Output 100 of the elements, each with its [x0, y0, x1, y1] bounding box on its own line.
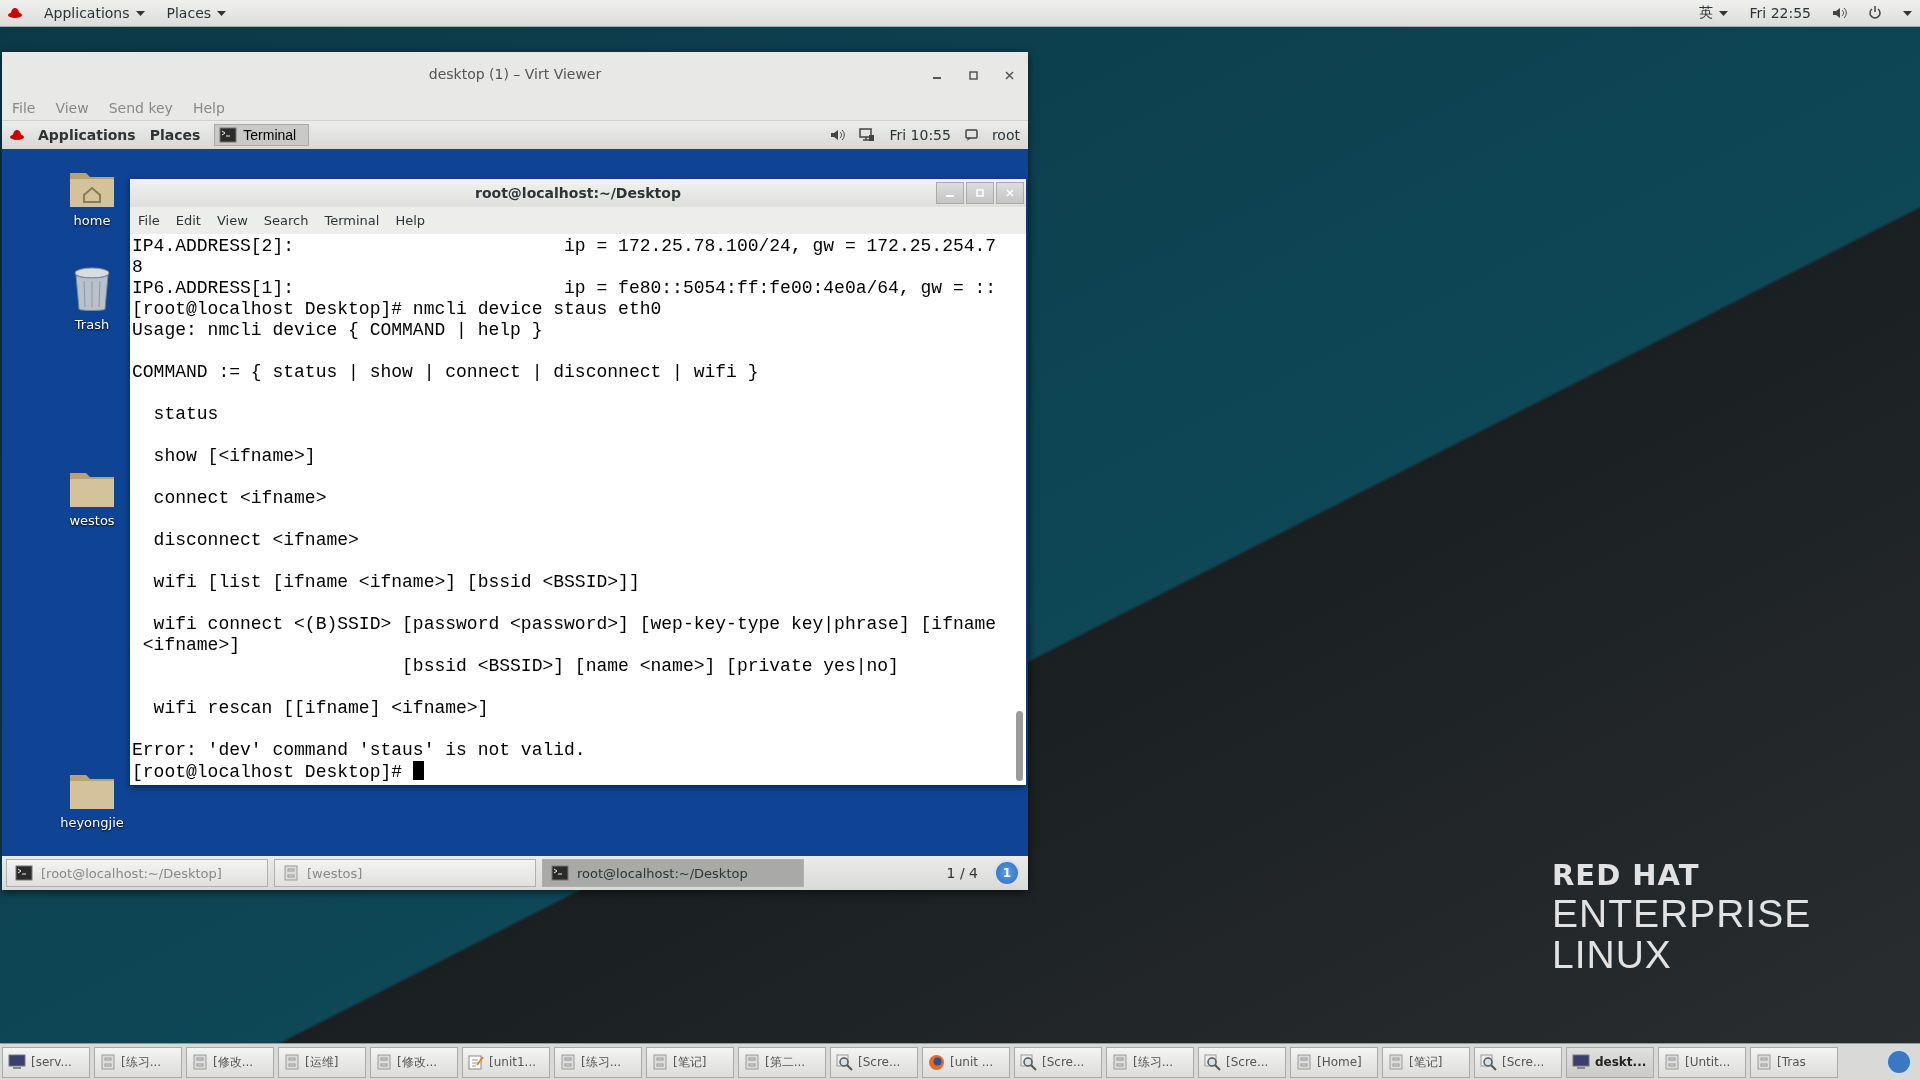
power-icon[interactable] [1869, 6, 1881, 20]
menu-item[interactable]: Help [395, 213, 426, 228]
menu-item[interactable]: Edit [175, 213, 201, 228]
icon-label[interactable]: heyongjie [60, 815, 124, 830]
terminal-line: status [152, 404, 220, 425]
taskbar-item[interactable]: [笔记] [1382, 1046, 1470, 1078]
logo-text: RED HAT [1552, 861, 1701, 890]
hat-icon [10, 129, 24, 141]
trash-icon [72, 267, 112, 313]
notification-icon[interactable] [1886, 1049, 1912, 1075]
magnifier-icon [1204, 1053, 1221, 1071]
icon-label[interactable]: westos [69, 513, 115, 528]
taskbar-item[interactable]: [Tras [1750, 1046, 1838, 1078]
cabinet-icon [284, 1054, 300, 1070]
caret-icon [217, 10, 227, 16]
taskbar-item[interactable]: [修改... [370, 1046, 458, 1078]
cabinet-icon [1664, 1054, 1680, 1070]
taskbar-item[interactable]: [unit ... [922, 1046, 1010, 1078]
taskbar-item[interactable]: [unit1... [462, 1046, 550, 1078]
taskbar-item[interactable]: [练习... [1106, 1046, 1194, 1078]
input-method-menu[interactable]: 英 [1698, 4, 1728, 22]
taskbar-item[interactable]: deskt... [1566, 1046, 1654, 1078]
volume-icon[interactable] [831, 129, 846, 141]
caret-icon [1903, 10, 1912, 16]
cabinet-icon [744, 1054, 760, 1070]
terminal-line: Error: 'dev' command 'staus' is not valid. [132, 740, 587, 761]
cabinet-icon [1756, 1054, 1772, 1070]
terminal-line: COMMAND := { status | show | connect | disconnect | wifi } [132, 362, 760, 383]
panel-menu[interactable]: Places [149, 127, 201, 143]
maximize-icon [976, 189, 984, 197]
notepad-icon [468, 1054, 484, 1070]
logo-text: LINUX [1552, 935, 1673, 974]
logo-text: ENTERPRISE [1552, 894, 1812, 933]
menu-item[interactable]: View [216, 213, 248, 228]
cabinet-icon [652, 1054, 668, 1070]
top-menu[interactable]: Applications [44, 5, 145, 21]
menu-item[interactable]: Search [263, 213, 309, 228]
terminal-icon [551, 865, 569, 881]
window-title: desktop (1) – Virt Viewer [428, 66, 602, 82]
user-name[interactable]: root [991, 127, 1020, 143]
close-icon [1006, 189, 1014, 197]
terminal-line: wifi [list [ifname <ifname>] [bssid <BSSID>]] [152, 572, 641, 593]
taskbar-item[interactable]: [Home] [1290, 1046, 1378, 1078]
hat-icon [8, 7, 22, 19]
monitor-icon [1572, 1054, 1590, 1070]
taskbar-item[interactable]: [笔记] [646, 1046, 734, 1078]
network-icon[interactable] [859, 128, 876, 142]
cabinet-icon [1112, 1054, 1128, 1070]
clock[interactable]: Fri 10:55 [889, 127, 951, 143]
terminal-line: [root@localhost Desktop]# nmcli device staus eth0 [132, 299, 663, 320]
menu-item[interactable]: Terminal [324, 213, 380, 228]
taskbar-item[interactable]: [Scre... [830, 1046, 918, 1078]
magnifier-icon [836, 1053, 853, 1071]
icon-label[interactable]: home [73, 213, 111, 228]
taskbar-item[interactable]: [Scre... [1014, 1046, 1102, 1078]
cabinet-icon [100, 1054, 116, 1070]
cabinet-icon [560, 1054, 576, 1070]
magnifier-icon [1480, 1053, 1497, 1071]
terminal-line: wifi connect <(B)SSID> [password <password>] [wep-key-type key|phrase] [ifname [152, 614, 998, 635]
terminal-line: IP4.ADDRESS[2]: ip = 172.25.78.100/24, gw = 172.25.254.7 [132, 236, 998, 257]
cabinet-icon [1388, 1054, 1404, 1070]
menu-item[interactable]: File [138, 213, 160, 228]
terminal-line: [bssid <BSSID>] [name <name>] [private yes|no] [401, 656, 900, 677]
terminal-icon [219, 127, 238, 143]
terminal-line: wifi rescan [[ifname] <ifname>] [152, 698, 490, 719]
caret-icon [1718, 10, 1728, 16]
cabinet-icon [376, 1054, 392, 1070]
clock[interactable]: Fri 22:55 [1749, 5, 1811, 21]
top-menu[interactable]: Places [166, 5, 227, 21]
taskbar-item[interactable]: [修改... [186, 1046, 274, 1078]
taskbar-item[interactable]: [第二... [738, 1046, 826, 1078]
close-icon[interactable] [1004, 70, 1014, 80]
taskbar-item[interactable]: [Scre... [1198, 1046, 1286, 1078]
terminal-line: IP6.ADDRESS[1]: ip = fe80::5054:ff:fe00:4e0a/64, gw = :: [132, 278, 998, 299]
taskbar-item[interactable]: [serv... [2, 1046, 90, 1078]
task-button[interactable]: Terminal [214, 124, 310, 146]
text-cursor [412, 761, 424, 780]
terminal-line: connect <ifname> [152, 488, 328, 509]
terminal-line: <ifname>] [141, 635, 242, 656]
taskbar-item[interactable]: [运维] [278, 1046, 366, 1078]
scrollbar-thumb[interactable] [1016, 711, 1023, 781]
volume-icon[interactable] [1833, 7, 1847, 19]
window-title: root@localhost:~/Desktop [475, 185, 681, 201]
taskbar-item[interactable]: root@localhost:~/Desktop [542, 859, 804, 887]
globe-icon [928, 1053, 945, 1071]
terminal-line: [root@localhost Desktop]# [132, 762, 404, 782]
panel-menu[interactable]: Applications [38, 127, 136, 143]
taskbar-item[interactable]: [练习... [554, 1046, 642, 1078]
taskbar-item[interactable]: [Untit... [1658, 1046, 1746, 1078]
icon-label[interactable]: Trash [74, 317, 110, 332]
terminal-line: Usage: nmcli device { COMMAND | help } [132, 320, 544, 341]
terminal-icon [15, 865, 33, 881]
workspace-indicator[interactable]: 1 / 4 [936, 865, 988, 881]
terminal-line: show [<ifname>] [152, 446, 317, 467]
caret-icon [135, 10, 145, 16]
maximize-icon[interactable] [968, 70, 978, 80]
taskbar-item[interactable]: [Scre... [1474, 1046, 1562, 1078]
terminal-line: disconnect <ifname> [152, 530, 360, 551]
magnifier-icon [1020, 1053, 1037, 1071]
taskbar-item[interactable]: [练习... [94, 1046, 182, 1078]
